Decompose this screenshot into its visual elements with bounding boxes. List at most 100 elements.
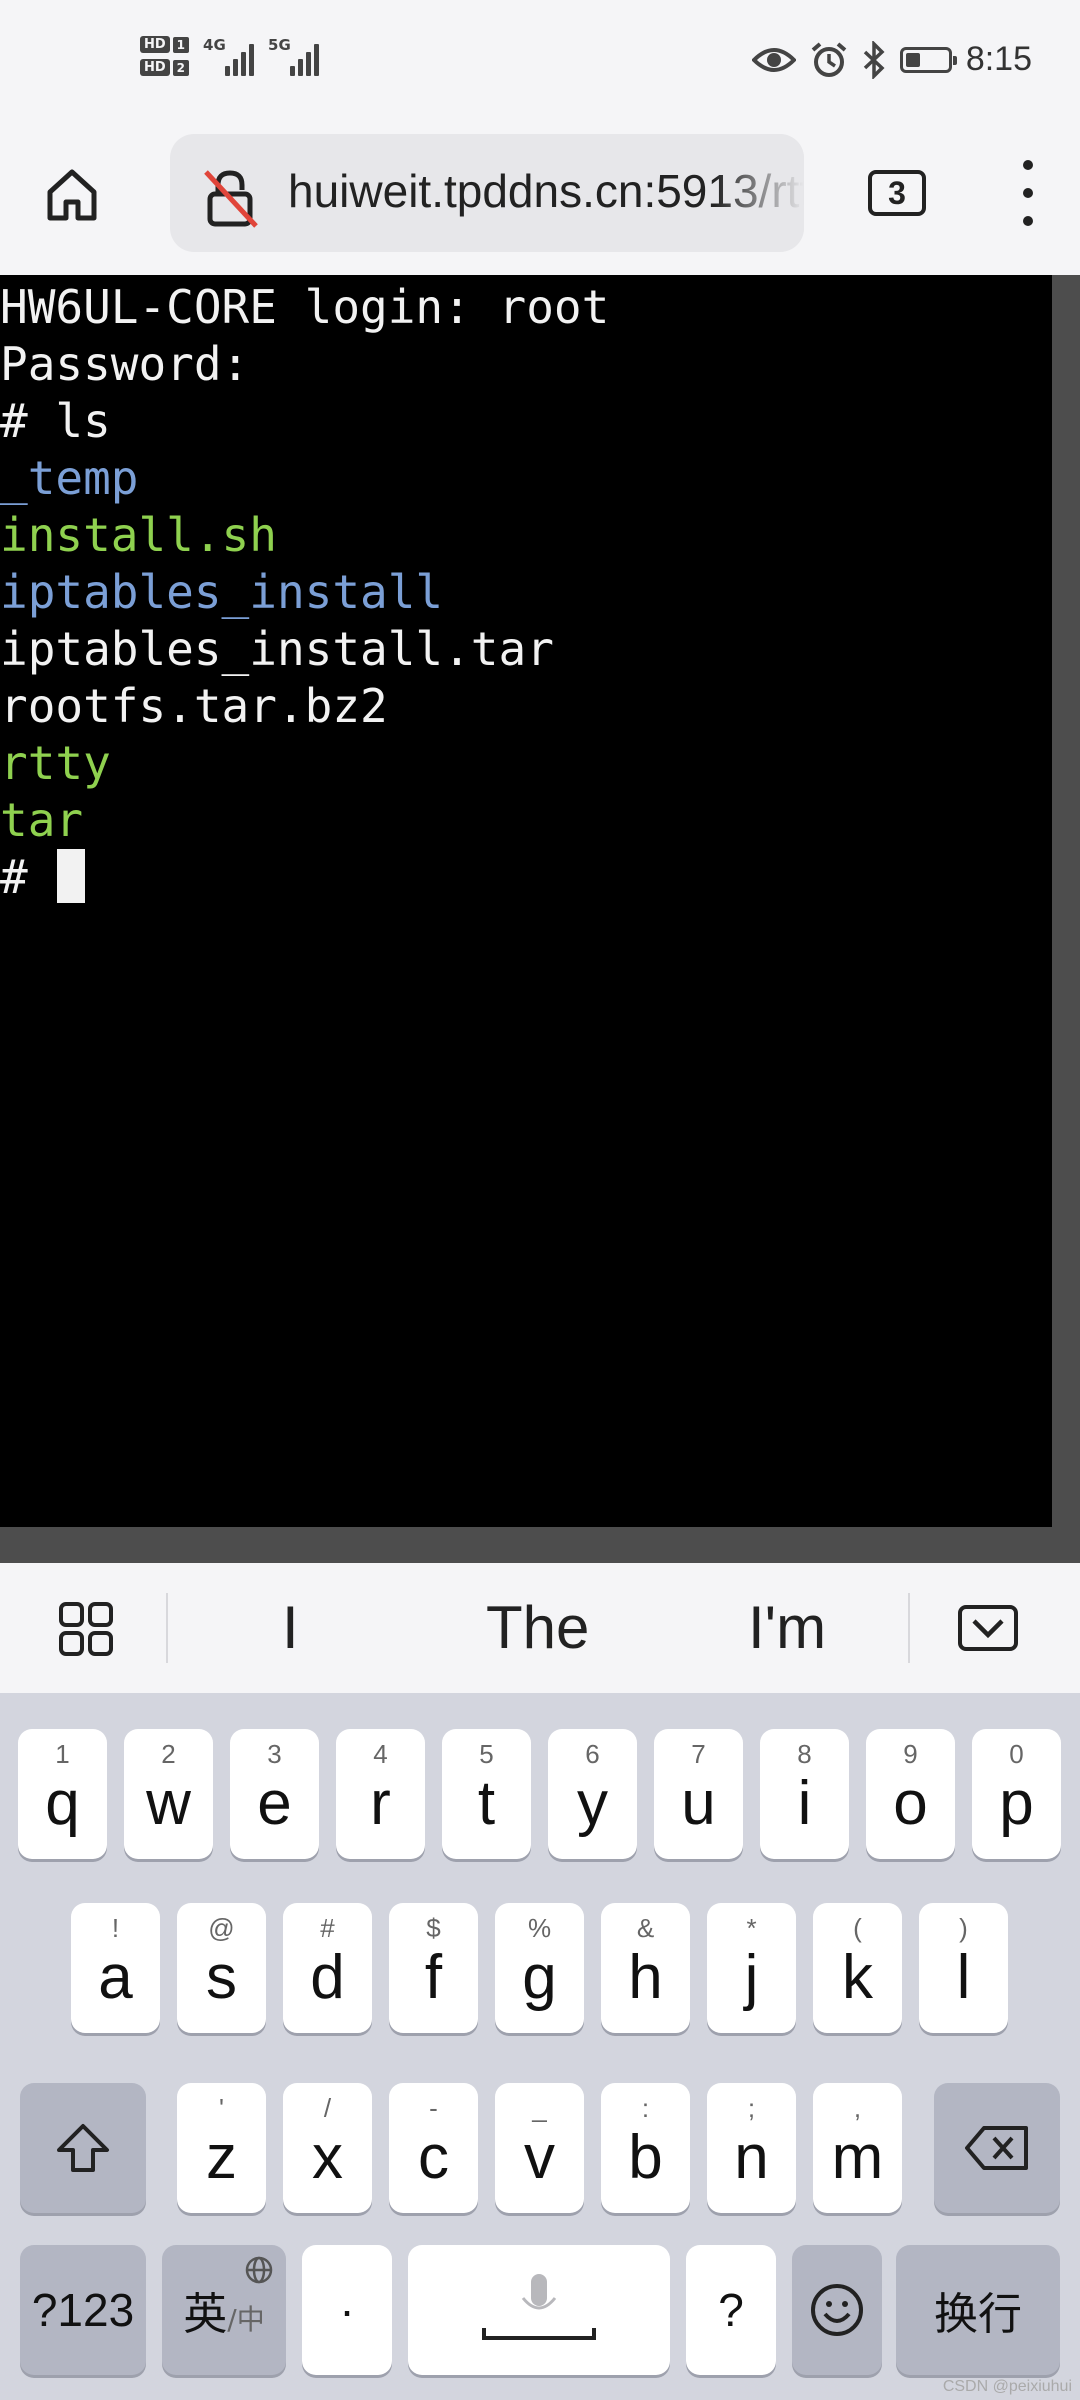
- key-p[interactable]: 0p: [972, 1729, 1061, 1859]
- key-y[interactable]: 6y: [548, 1729, 637, 1859]
- key-label: x: [312, 2122, 343, 2192]
- key-label: l: [956, 1942, 971, 2012]
- key-hint: 5: [479, 1739, 494, 1769]
- key-q[interactable]: 1q: [18, 1729, 107, 1859]
- terminal-line: install.sh: [0, 508, 277, 562]
- key-label: p: [999, 1768, 1034, 1838]
- key-d[interactable]: # d: [283, 1903, 372, 2033]
- key-x[interactable]: / x: [283, 2083, 372, 2213]
- home-button[interactable]: [36, 158, 108, 230]
- key-t[interactable]: 5t: [442, 1729, 531, 1859]
- emoji-key[interactable]: [792, 2245, 882, 2375]
- key-label: r: [370, 1768, 391, 1838]
- network-type-label: 5G: [268, 36, 291, 54]
- key-c[interactable]: -c: [389, 2083, 478, 2213]
- key-label: s: [206, 1942, 237, 2012]
- menu-dot-icon: [1023, 216, 1033, 226]
- numbers-key[interactable]: ?123: [20, 2245, 146, 2375]
- terminal-cursor: [57, 849, 86, 903]
- hd-label: HD: [140, 36, 170, 53]
- terminal-line: rtty: [0, 736, 111, 790]
- tab-switcher-button[interactable]: 3: [868, 170, 926, 216]
- address-bar[interactable]: huiweit.tpddns.cn:5913/rtty: [170, 134, 804, 252]
- key-h[interactable]: & h: [601, 1903, 690, 2033]
- bluetooth-icon: [863, 40, 885, 79]
- key-w[interactable]: 2w: [124, 1729, 213, 1859]
- space-key[interactable]: [408, 2245, 670, 2375]
- key-r[interactable]: 4r: [336, 1729, 425, 1859]
- key-label: g: [522, 1942, 557, 2012]
- battery-level: [905, 52, 920, 67]
- key-s[interactable]: @ s: [177, 1903, 266, 2033]
- key-label: i: [797, 1768, 812, 1838]
- sim2-indicator: HD 2: [140, 59, 190, 76]
- lang-main: 英: [183, 2289, 228, 2340]
- backspace-key[interactable]: [934, 2083, 1060, 2213]
- key-hint: !: [111, 1913, 120, 1943]
- key-label: o: [893, 1768, 928, 1838]
- key-l[interactable]: ) l: [919, 1903, 1008, 2033]
- key-label: e: [257, 1768, 292, 1838]
- sim-indicators: HD 1 HD 2: [140, 36, 190, 76]
- key-hint: _: [532, 2093, 547, 2123]
- enter-key[interactable]: 换行: [896, 2245, 1060, 2375]
- hide-keyboard-button[interactable]: [958, 1605, 1018, 1651]
- terminal-screen[interactable]: HW6UL-CORE login: root Password: # ls _temp…: [0, 275, 1052, 1527]
- enter-key-label: 换行: [934, 2289, 1022, 2340]
- keyboard-menu-grid-icon[interactable]: [58, 1601, 114, 1657]
- alarm-icon: [811, 41, 847, 77]
- key-label: b: [628, 2122, 663, 2192]
- backspace-icon: [965, 2126, 1028, 2170]
- dot-key[interactable]: ·: [302, 2245, 392, 2375]
- key-label: d: [310, 1942, 345, 2012]
- key-b[interactable]: :b: [601, 2083, 690, 2213]
- shift-icon: [57, 2124, 109, 2172]
- key-hint: :: [641, 2093, 650, 2123]
- key-hint: 2: [161, 1739, 176, 1769]
- key-o[interactable]: 9o: [866, 1729, 955, 1859]
- eye-icon: [751, 47, 796, 72]
- key-v[interactable]: _ v: [495, 2083, 584, 2213]
- key-i[interactable]: 8i: [760, 1729, 849, 1859]
- terminal-line: iptables_install.tar: [0, 622, 554, 676]
- key-e[interactable]: 3e: [230, 1729, 319, 1859]
- language-key-label: 英/中: [183, 2278, 264, 2342]
- language-switch-key[interactable]: 英/中: [162, 2245, 286, 2375]
- key-label: u: [681, 1768, 716, 1838]
- key-k[interactable]: (k: [813, 1903, 902, 2033]
- key-hint: %: [527, 1913, 552, 1943]
- key-n[interactable]: ; n: [707, 2083, 796, 2213]
- terminal-line: HW6UL-CORE login: root: [0, 280, 610, 334]
- question-key[interactable]: ?: [686, 2245, 776, 2375]
- key-hint: /: [323, 2093, 332, 2123]
- status-right: 8:15: [751, 40, 1032, 79]
- key-m[interactable]: ,m: [813, 2083, 902, 2213]
- key-hint: 8: [797, 1739, 812, 1769]
- suggestion-3[interactable]: I'm: [748, 1593, 826, 1662]
- sim1-indicator: HD 1: [140, 36, 190, 53]
- more-menu-button[interactable]: [1010, 160, 1046, 226]
- key-j[interactable]: * j: [707, 1903, 796, 2033]
- key-a[interactable]: ! a: [71, 1903, 160, 2033]
- not-secure-lock-icon[interactable]: [200, 168, 260, 228]
- terminal-container: HW6UL-CORE login: root Password: # ls _temp…: [0, 275, 1080, 1563]
- divider: [908, 1593, 910, 1663]
- key-u[interactable]: 7u: [654, 1729, 743, 1859]
- terminal-line: rootfs.tar.bz2: [0, 679, 388, 733]
- shift-key[interactable]: [20, 2083, 146, 2213]
- suggestion-2[interactable]: The: [486, 1593, 589, 1662]
- key-hint: @: [208, 1913, 235, 1943]
- key-hint: ;: [747, 2093, 756, 2123]
- menu-dot-icon: [1023, 188, 1033, 198]
- keyboard: ?123 英/中 · ? 换行 1 q 2 w 3 e 4 r 5 t 6 y 7 u 8 i 9 o 0 p! a @ s…: [0, 1693, 1080, 2400]
- key-label: c: [418, 2122, 449, 2192]
- key-label: n: [734, 2122, 769, 2192]
- key-g[interactable]: % g: [495, 1903, 584, 2033]
- key-f[interactable]: $ f: [389, 1903, 478, 2033]
- key-hint: (: [853, 1913, 862, 1943]
- browser-toolbar: huiweit.tpddns.cn:5913/rtty 3: [0, 130, 1080, 275]
- suggestion-1[interactable]: I: [282, 1593, 299, 1662]
- terminal-line: Password:: [0, 337, 250, 391]
- key-label: w: [146, 1768, 191, 1838]
- key-z[interactable]: ' z: [177, 2083, 266, 2213]
